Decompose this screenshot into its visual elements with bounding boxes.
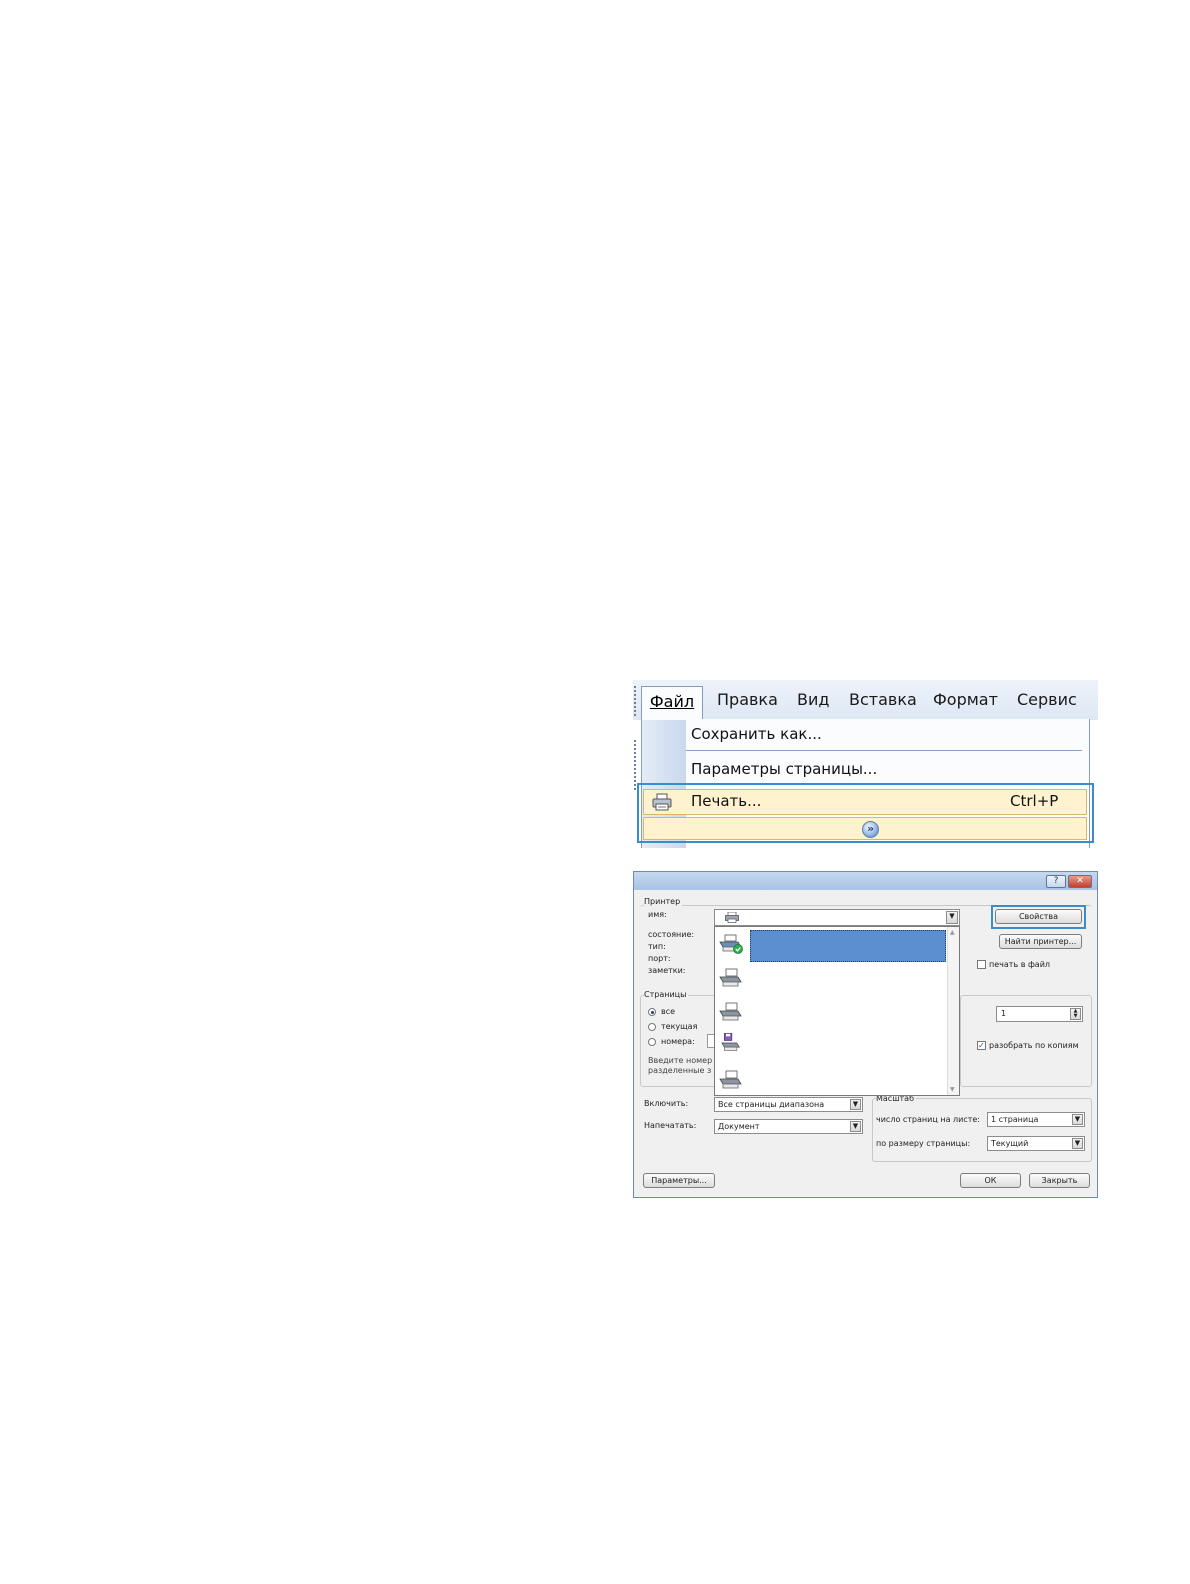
printer-name-label: имя:: [648, 910, 667, 919]
printer-icon: [719, 968, 742, 987]
printer-notes-label: заметки:: [648, 966, 686, 975]
menu-insert[interactable]: Вставка: [849, 688, 917, 712]
find-printer-button[interactable]: Найти принтер...: [999, 934, 1082, 949]
printer-list-item-selected[interactable]: [750, 930, 946, 962]
printer-icon: [652, 793, 672, 811]
fax-printer-icon: [721, 1033, 740, 1051]
close-button[interactable]: Закрыть: [1029, 1173, 1090, 1188]
options-button[interactable]: Параметры...: [643, 1173, 715, 1188]
menu-item-page-setup[interactable]: Параметры страницы...: [691, 760, 877, 778]
printer-status-label: состояние:: [648, 930, 695, 939]
pages-per-sheet-select[interactable]: 1 страница ▼: [987, 1112, 1085, 1127]
print-what-select[interactable]: Документ ▼: [714, 1119, 863, 1134]
chevron-down-icon[interactable]: ▼: [946, 911, 958, 924]
menu-separator: [686, 750, 1082, 751]
printer-icon: [725, 912, 739, 923]
pages-numbers-radio[interactable]: [648, 1038, 656, 1046]
word-file-menu-screenshot: Файл Правка Вид Вставка Формат Сервис Со…: [633, 680, 1098, 848]
printer-port-label: порт:: [648, 954, 671, 963]
menu-item-print[interactable]: Печать... Ctrl+P: [643, 789, 1087, 815]
pages-current-radio[interactable]: [648, 1023, 656, 1031]
pages-per-sheet-value: 1 страница: [991, 1115, 1039, 1124]
pages-numbers-label: номера:: [661, 1037, 695, 1046]
print-to-file-label: печать в файл: [989, 960, 1051, 969]
menu-item-save-as[interactable]: Сохранить как...: [691, 725, 822, 743]
printer-list-scrollbar[interactable]: ▲ ▼: [947, 927, 959, 1095]
fit-to-page-select[interactable]: Текущий ▼: [987, 1136, 1085, 1151]
pages-current-label: текущая: [661, 1022, 698, 1031]
pages-group-label: Страницы: [644, 990, 689, 999]
print-what-value: Документ: [718, 1122, 760, 1131]
pages-hint-line2: разделенные з: [648, 1066, 712, 1075]
scroll-down-icon[interactable]: ▼: [950, 1086, 955, 1093]
menu-item-print-label: Печать...: [691, 792, 762, 810]
printer-group-label: Принтер: [644, 897, 683, 906]
printer-list-dropdown[interactable]: ▲ ▼: [714, 926, 960, 1096]
menu-format[interactable]: Формат: [933, 688, 998, 712]
printer-name-select[interactable]: ▼: [714, 909, 960, 926]
pages-all-radio[interactable]: [648, 1008, 656, 1016]
double-chevron-down-icon[interactable]: »: [862, 821, 879, 838]
chevron-down-icon[interactable]: ▼: [1072, 1114, 1083, 1125]
collate-checkbox[interactable]: ✓: [977, 1041, 986, 1050]
highlight-frame: [991, 905, 1086, 929]
menu-edit[interactable]: Правка: [717, 688, 778, 712]
default-printer-icon: [719, 934, 743, 954]
printer-icon: [719, 1002, 742, 1021]
printer-icon: [719, 1070, 742, 1089]
chevron-down-icon[interactable]: ▼: [850, 1121, 861, 1132]
print-dialog: ? ✕ Принтер имя: состояние: тип: порт: з…: [633, 871, 1098, 1198]
printer-type-label: тип:: [648, 942, 666, 951]
toolbar-grip: [634, 740, 636, 790]
scale-group: [872, 1098, 1092, 1162]
include-label: Включить:: [644, 1099, 689, 1108]
fit-to-page-value: Текущий: [991, 1139, 1029, 1148]
menu-item-print-shortcut: Ctrl+P: [1010, 792, 1059, 810]
scroll-up-icon[interactable]: ▲: [950, 929, 955, 936]
pages-all-label: все: [661, 1007, 676, 1016]
menu-expand-row[interactable]: »: [643, 817, 1087, 840]
toolbar-grip: [634, 686, 636, 716]
include-select[interactable]: Все страницы диапазона ▼: [714, 1097, 863, 1112]
ok-button[interactable]: ОК: [960, 1173, 1021, 1188]
include-value: Все страницы диапазона: [718, 1100, 825, 1109]
dialog-title-bar: ? ✕: [634, 872, 1097, 890]
pages-per-sheet-label: число страниц на листе:: [876, 1115, 980, 1124]
pages-hint-line1: Введите номер: [648, 1056, 713, 1065]
fit-to-page-label: по размеру страницы:: [876, 1139, 971, 1148]
menu-view[interactable]: Вид: [797, 688, 829, 712]
copies-value: 1: [1001, 1009, 1007, 1018]
copies-spinner[interactable]: 1 ▲ ▼: [996, 1006, 1083, 1022]
chevron-down-icon[interactable]: ▼: [850, 1099, 861, 1110]
spin-arrows-icon[interactable]: ▲ ▼: [1070, 1008, 1081, 1020]
collate-label: разобрать по копиям: [989, 1041, 1079, 1050]
chevron-down-icon[interactable]: ▼: [1072, 1138, 1083, 1149]
menu-file[interactable]: Файл: [641, 686, 703, 719]
close-window-button[interactable]: ✕: [1068, 875, 1092, 888]
menu-tools[interactable]: Сервис: [1017, 688, 1077, 712]
print-to-file-checkbox[interactable]: [977, 960, 986, 969]
help-button[interactable]: ?: [1046, 875, 1066, 888]
print-what-label: Напечатать:: [644, 1121, 697, 1130]
